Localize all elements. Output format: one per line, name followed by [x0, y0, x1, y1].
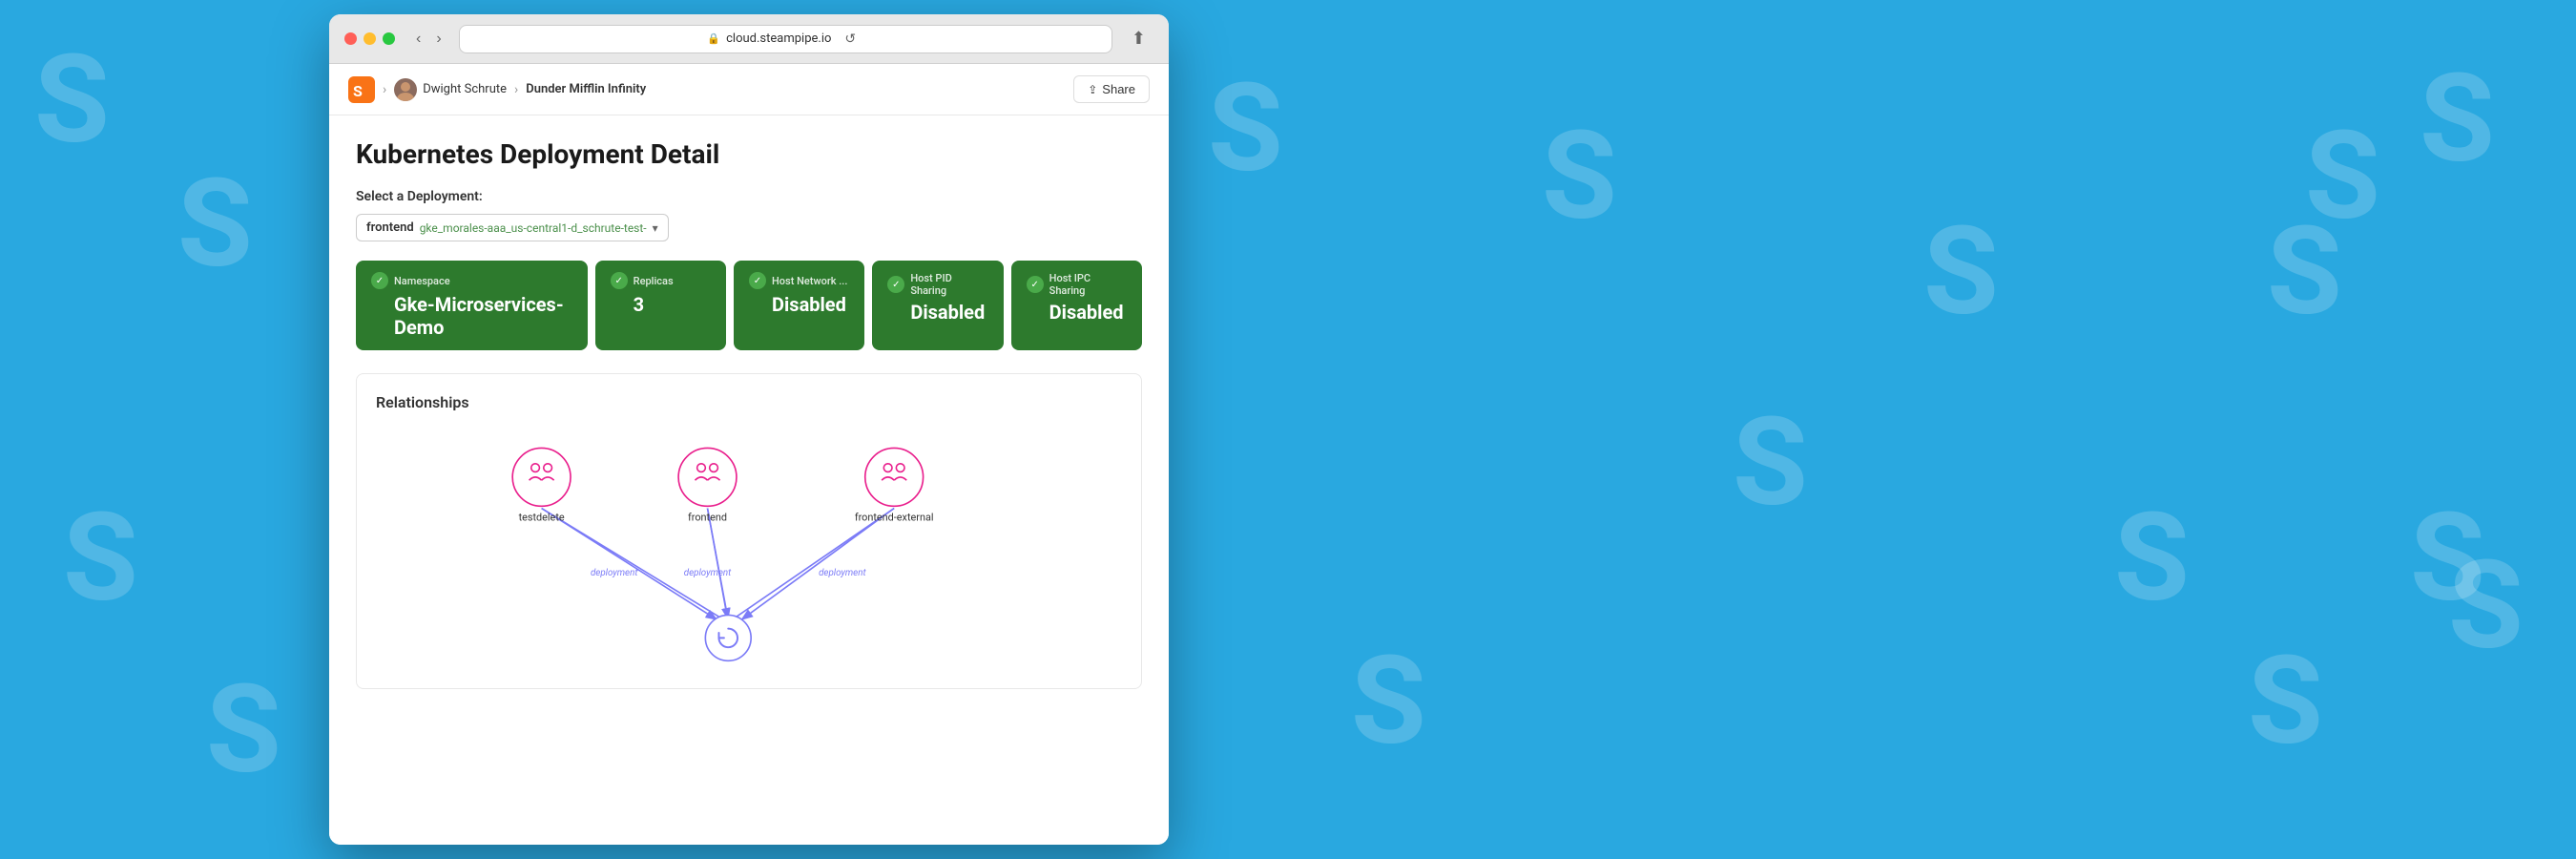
check-icon: ✓	[371, 272, 388, 289]
center-node-circle	[705, 615, 751, 660]
svg-text:S: S	[353, 82, 363, 100]
node-label-frontend: frontend	[688, 512, 727, 524]
browser-window: ‹ › 🔒 cloud.steampipe.io ↺ ⬆ S ›	[329, 14, 1169, 845]
back-button[interactable]: ‹	[410, 27, 426, 52]
svg-text:S: S	[2267, 200, 2342, 344]
stat-value-host-ipc: Disabled	[1027, 301, 1127, 324]
reload-button[interactable]: ↺	[837, 27, 863, 51]
stat-card-host-pid: ✓ Host PID Sharing Disabled	[872, 261, 1003, 350]
share-button[interactable]: ⇪ Share	[1073, 75, 1150, 103]
check-icon-3: ✓	[749, 272, 766, 289]
browser-content: S › Dwight Schrute › Dunder Mifflin Infi…	[329, 64, 1169, 845]
svg-text:S: S	[34, 29, 110, 172]
svg-text:S: S	[2305, 105, 2380, 248]
svg-text:S: S	[2448, 534, 2524, 678]
stat-card-header: ✓ Namespace	[371, 272, 572, 289]
stats-row: ✓ Namespace Gke-Microservices-Demo ✓ Rep…	[356, 261, 1142, 350]
svg-text:S: S	[2114, 487, 2190, 630]
stat-label-host-network: Host Network ...	[772, 275, 847, 287]
relationships-title: Relationships	[376, 393, 1122, 411]
traffic-lights	[344, 32, 395, 45]
user-avatar	[394, 78, 417, 101]
edge-label-3: deployment	[819, 568, 866, 578]
stat-card-header-4: ✓ Host PID Sharing	[887, 272, 987, 297]
check-icon-2: ✓	[611, 272, 628, 289]
stat-card-header-5: ✓ Host IPC Sharing	[1027, 272, 1127, 297]
breadcrumb-org[interactable]: Dunder Mifflin Infinity	[526, 82, 646, 96]
svg-text:S: S	[206, 659, 281, 802]
svg-text:S: S	[2410, 487, 2485, 630]
steampipe-logo[interactable]: S	[348, 76, 375, 103]
svg-text:S: S	[1542, 105, 1617, 248]
svg-text:S: S	[2420, 48, 2495, 191]
stat-value-host-network: Disabled	[749, 293, 849, 316]
edge-label-1: deployment	[591, 568, 638, 578]
edge-arrow-1	[542, 509, 718, 620]
svg-text:S: S	[63, 487, 138, 630]
node-testdelete-circle	[512, 448, 571, 506]
address-bar[interactable]: 🔒 cloud.steampipe.io ↺	[459, 25, 1112, 53]
select-label: Select a Deployment:	[356, 189, 1142, 204]
main-content: Kubernetes Deployment Detail Select a De…	[329, 115, 1169, 712]
edge-arrow-3	[740, 509, 894, 620]
edge-label-2: deployment	[684, 568, 732, 578]
edge-frontend-external	[728, 509, 894, 623]
lock-icon: 🔒	[707, 32, 720, 45]
nav-buttons: ‹ ›	[410, 27, 447, 52]
node-frontend-circle	[678, 448, 737, 506]
deployment-name: frontend	[366, 220, 414, 235]
stat-label-host-ipc: Host IPC Sharing	[1049, 272, 1127, 297]
svg-text:S: S	[2248, 630, 2323, 773]
stat-value-replicas: 3	[611, 293, 711, 316]
svg-text:S: S	[177, 153, 253, 296]
stat-value-host-pid: Disabled	[887, 301, 987, 324]
svg-text:S: S	[1208, 57, 1283, 200]
browser-chrome: ‹ › 🔒 cloud.steampipe.io ↺ ⬆	[329, 14, 1169, 64]
share-icon: ⇪	[1088, 83, 1097, 96]
breadcrumb-separator-1: ›	[383, 82, 386, 97]
node-label-frontend-external: frontend-external	[855, 512, 934, 524]
stat-label-host-pid: Host PID Sharing	[910, 272, 987, 297]
stat-card-host-ipc: ✓ Host IPC Sharing Disabled	[1011, 261, 1142, 350]
breadcrumb-user[interactable]: Dwight Schrute	[394, 78, 507, 101]
stat-card-header-3: ✓ Host Network ...	[749, 272, 849, 289]
stat-card-namespace: ✓ Namespace Gke-Microservices-Demo	[356, 261, 588, 350]
url-text: cloud.steampipe.io	[726, 31, 831, 46]
stat-label-replicas: Replicas	[634, 275, 674, 287]
check-icon-4: ✓	[887, 276, 904, 293]
svg-text:S: S	[1923, 200, 1999, 344]
minimize-button[interactable]	[364, 32, 376, 45]
breadcrumb-separator-2: ›	[514, 82, 518, 97]
stat-card-host-network: ✓ Host Network ... Disabled	[734, 261, 864, 350]
deployment-context: gke_morales-aaa_us-central1-d_schrute-te…	[420, 221, 647, 235]
top-nav: S › Dwight Schrute › Dunder Mifflin Infi…	[329, 64, 1169, 115]
forward-button[interactable]: ›	[430, 27, 447, 52]
stat-value-namespace: Gke-Microservices-Demo	[371, 293, 572, 339]
maximize-button[interactable]	[383, 32, 395, 45]
node-frontend-external-circle	[865, 448, 924, 506]
stat-card-header-2: ✓ Replicas	[611, 272, 711, 289]
graph-area: deployment deployment deployment testd	[376, 430, 1122, 669]
edge-arrow-2	[708, 509, 729, 620]
chevron-down-icon: ▾	[653, 221, 658, 235]
deployment-select[interactable]: frontend gke_morales-aaa_us-central1-d_s…	[356, 214, 669, 241]
stat-card-replicas: ✓ Replicas 3	[595, 261, 726, 350]
svg-text:S: S	[1351, 630, 1426, 773]
user-name: Dwight Schrute	[423, 82, 507, 96]
browser-share-button[interactable]: ⬆	[1124, 25, 1153, 52]
relationships-graph: deployment deployment deployment testd	[376, 430, 1122, 669]
stat-label-namespace: Namespace	[394, 275, 450, 287]
node-label-testdelete: testdelete	[519, 512, 565, 524]
close-button[interactable]	[344, 32, 357, 45]
page-title: Kubernetes Deployment Detail	[356, 138, 1142, 170]
check-icon-5: ✓	[1027, 276, 1044, 293]
relationships-section: Relationships	[356, 373, 1142, 689]
share-label: Share	[1102, 82, 1135, 96]
svg-text:S: S	[1733, 391, 1808, 534]
